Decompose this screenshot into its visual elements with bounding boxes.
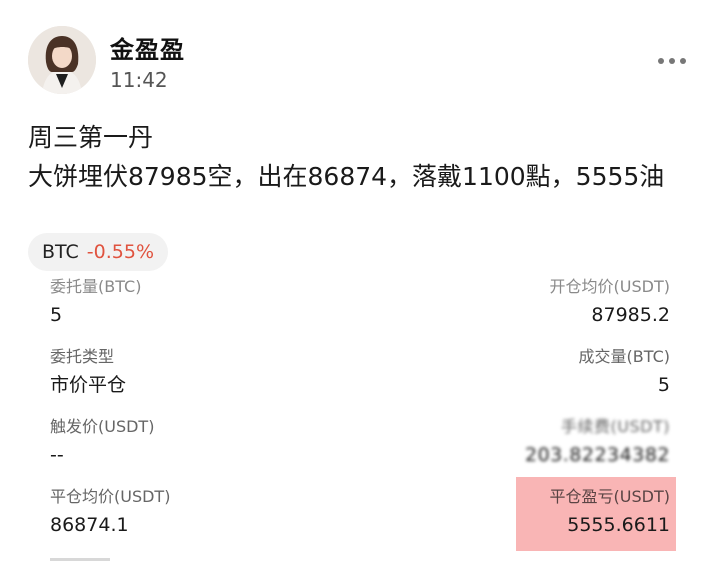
entrust-qty-label: 委托量(BTC) bbox=[50, 277, 142, 296]
post-text-line-1: 周三第一丹 bbox=[28, 123, 154, 152]
fee-cell: 手续费(USDT) 203.82234382 bbox=[370, 414, 670, 470]
avatar[interactable] bbox=[28, 26, 96, 94]
entrust-qty-cell: 委托量(BTC) 5 bbox=[50, 274, 350, 330]
close-pnl-cell: 平仓盈亏(USDT) 5555.6611 bbox=[370, 484, 670, 540]
close-pnl-value: 5555.6611 bbox=[567, 514, 670, 536]
open-avg-cell: 开仓均价(USDT) 87985.2 bbox=[370, 274, 670, 330]
close-avg-value: 86874.1 bbox=[50, 514, 129, 536]
open-avg-value: 87985.2 bbox=[591, 304, 670, 326]
open-avg-label: 开仓均价(USDT) bbox=[549, 277, 670, 296]
trigger-price-cell: 触发价(USDT) -- bbox=[50, 414, 350, 470]
fee-label: 手续费(USDT) bbox=[561, 417, 670, 436]
fee-value: 203.82234382 bbox=[524, 444, 670, 466]
close-avg-label: 平仓均价(USDT) bbox=[50, 487, 171, 506]
close-pnl-label: 平仓盈亏(USDT) bbox=[549, 487, 670, 506]
divider bbox=[50, 558, 110, 561]
more-dot bbox=[680, 58, 686, 64]
ticker-symbol: BTC bbox=[42, 241, 79, 263]
more-dot bbox=[658, 58, 664, 64]
ticker-chip[interactable]: BTC -0.55% bbox=[28, 233, 169, 271]
more-horizontal-icon[interactable] bbox=[654, 54, 690, 68]
filled-qty-cell: 成交量(BTC) 5 bbox=[370, 344, 670, 400]
entrust-type-label: 委托类型 bbox=[50, 347, 115, 366]
order-details: 委托量(BTC) 5 开仓均价(USDT) 87985.2 委托类型 市价平仓 … bbox=[50, 272, 670, 576]
entrust-type-cell: 委托类型 市价平仓 bbox=[50, 344, 350, 400]
trigger-price-value: -- bbox=[50, 444, 64, 466]
post-body: 周三第一丹 大饼埋伏87985空，出在86874，落戴1100點，5555油 bbox=[28, 118, 698, 196]
post-text-line-2: 大饼埋伏87985空，出在86874，落戴1100點，5555油 bbox=[28, 162, 665, 191]
post-header: 金盈盈 11:42 bbox=[28, 26, 692, 98]
author-name[interactable]: 金盈盈 bbox=[110, 30, 185, 65]
more-dot bbox=[669, 58, 675, 64]
filled-qty-label: 成交量(BTC) bbox=[578, 347, 670, 366]
post-time: 11:42 bbox=[110, 68, 168, 92]
trigger-price-label: 触发价(USDT) bbox=[50, 417, 155, 436]
entrust-type-value: 市价平仓 bbox=[50, 374, 127, 396]
close-avg-cell: 平仓均价(USDT) 86874.1 bbox=[50, 484, 350, 540]
entrust-qty-value: 5 bbox=[50, 304, 63, 326]
avatar-image bbox=[28, 26, 96, 94]
ticker-change: -0.55% bbox=[86, 241, 155, 263]
filled-qty-value: 5 bbox=[657, 374, 670, 396]
